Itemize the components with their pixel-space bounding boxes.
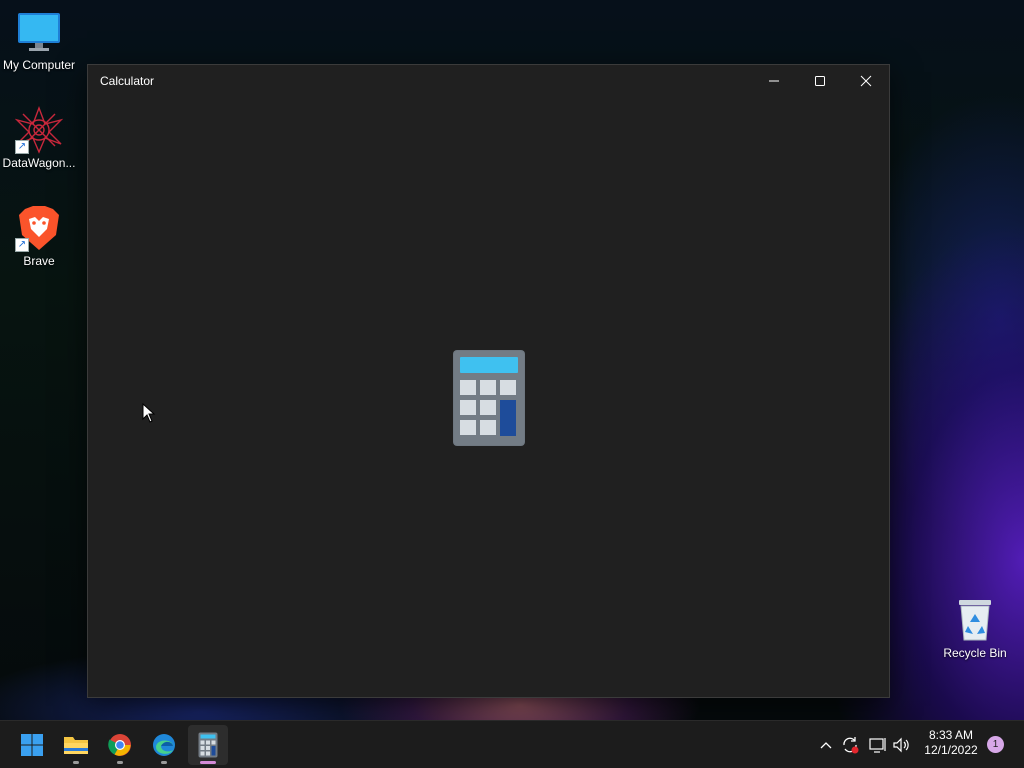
taskbar-microsoft-edge[interactable] <box>144 725 184 765</box>
taskbar <box>0 720 1024 768</box>
sync-status-button[interactable] <box>839 733 861 757</box>
desktop-icon-label: Brave <box>23 254 55 268</box>
taskbar-calculator[interactable] <box>188 725 228 765</box>
monitor-icon <box>15 8 63 56</box>
calculator-icon <box>198 732 218 758</box>
brave-lion-icon: ↗ <box>15 204 63 252</box>
notification-badge[interactable]: 1 <box>987 736 1004 753</box>
shortcut-arrow-icon: ↗ <box>15 140 29 154</box>
window-title: Calculator <box>100 74 155 88</box>
taskbar-google-chrome[interactable] <box>100 725 140 765</box>
edge-icon <box>153 734 175 756</box>
windows-logo-icon <box>21 734 43 756</box>
chrome-icon <box>108 734 131 756</box>
maximize-button[interactable] <box>797 65 843 97</box>
network-icon <box>869 738 886 753</box>
maximize-icon <box>815 76 825 86</box>
calculator-window[interactable]: Calculator <box>87 64 890 698</box>
folder-icon <box>64 737 88 754</box>
active-indicator <box>200 761 216 764</box>
minimize-icon <box>769 80 779 82</box>
taskbar-clock[interactable]: 8:33 AM 12/1/2022 <box>916 728 986 758</box>
running-indicator <box>161 761 167 764</box>
sync-icon <box>843 737 859 754</box>
mouse-cursor-icon <box>142 403 156 423</box>
desktop-icon-my-computer[interactable]: My Computer <box>0 8 78 72</box>
desktop-icon-brave[interactable]: ↗ Brave <box>0 204 78 268</box>
clock-date: 12/1/2022 <box>924 743 978 757</box>
running-indicator <box>117 761 123 764</box>
desktop-icon-label: Recycle Bin <box>943 646 1007 660</box>
desktop-icon-label: DataWagon... <box>2 156 76 170</box>
datawagon-logo-icon: ↗ <box>15 106 63 154</box>
start-button[interactable] <box>12 725 52 765</box>
network-button[interactable] <box>867 733 889 757</box>
shortcut-arrow-icon: ↗ <box>15 238 29 252</box>
show-hidden-icons-button[interactable] <box>815 733 837 757</box>
minimize-button[interactable] <box>751 65 797 97</box>
calculator-splash-icon <box>452 349 526 447</box>
taskbar-file-explorer[interactable] <box>56 725 96 765</box>
window-titlebar[interactable]: Calculator <box>88 65 889 97</box>
volume-button[interactable] <box>891 733 913 757</box>
running-indicator <box>73 761 79 764</box>
close-icon <box>860 75 872 87</box>
recycle-bin-icon <box>951 596 999 644</box>
desktop-icon-recycle-bin[interactable]: Recycle Bin <box>936 596 1014 660</box>
close-button[interactable] <box>843 65 889 97</box>
clock-time: 8:33 AM <box>928 728 974 742</box>
desktop-icon-label: My Computer <box>2 58 76 72</box>
chevron-up-icon <box>820 742 832 749</box>
volume-icon <box>893 737 909 753</box>
desktop: My Computer ↗ DataWagon... ↗ Brave Recyc… <box>0 0 1024 720</box>
desktop-icon-datawagon[interactable]: ↗ DataWagon... <box>0 106 78 170</box>
